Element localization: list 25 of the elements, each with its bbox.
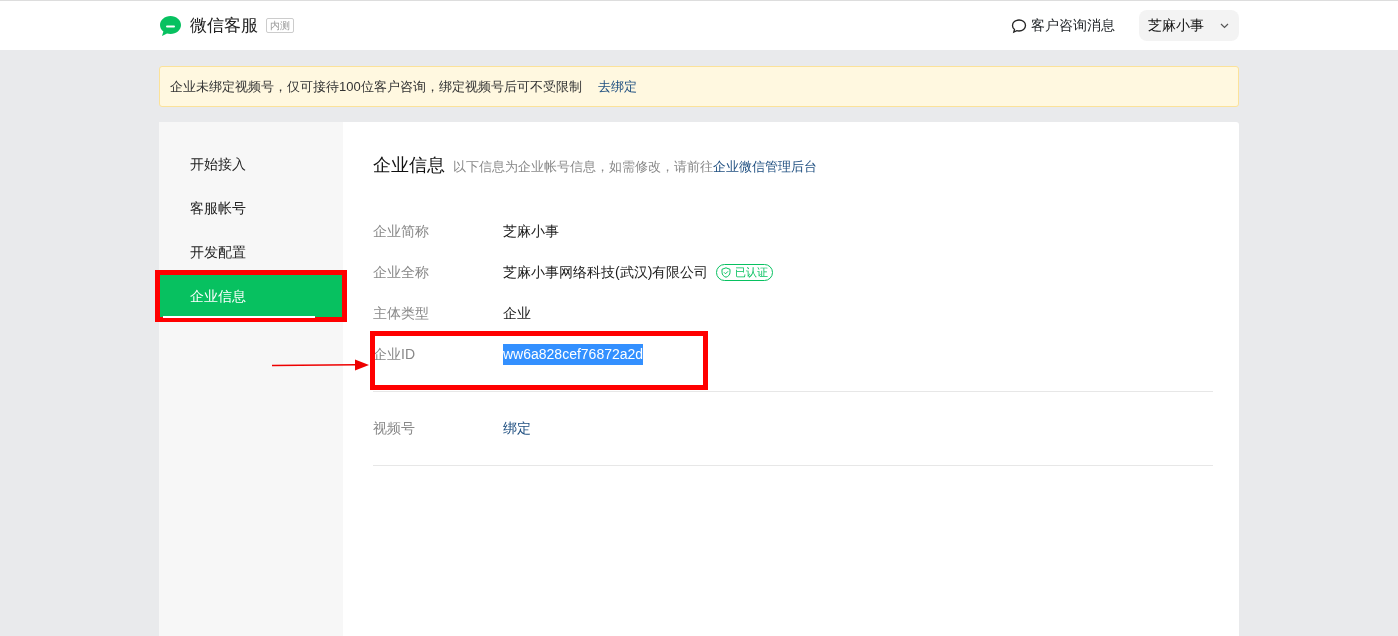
field-value: 企业 (503, 304, 531, 323)
chat-bubble-logo-icon (159, 14, 182, 37)
chat-bubble-icon (1011, 17, 1027, 34)
customer-messages-link[interactable]: 客户咨询消息 (1011, 15, 1115, 36)
field-value: 芝麻小事 (503, 222, 559, 241)
admin-console-link[interactable]: 企业微信管理后台 (713, 159, 817, 174)
caret-icon (1220, 22, 1229, 29)
field-value: 芝麻小事网络科技(武汉)有限公司 (503, 263, 709, 282)
section-description: 以下信息为企业帐号信息，如需修改，请前往企业微信管理后台 (453, 158, 817, 176)
sidebar-item[interactable]: 客服帐号 (159, 186, 343, 230)
beta-badge: 内测 (266, 18, 294, 33)
bind-link[interactable]: 去绑定 (597, 76, 637, 97)
bind-link[interactable]: 绑定 (503, 418, 531, 439)
sidebar-item[interactable]: 开始接入 (159, 142, 343, 186)
field-value: ww6a828cef76872a2d (503, 344, 644, 365)
notice-text: 企业未绑定视频号，仅可接待100位客户咨询，绑定视频号后可不受限制 (170, 77, 582, 96)
product-name: 微信客服 (190, 14, 258, 37)
field-label: 企业简称 (373, 222, 430, 241)
account-dropdown[interactable]: 芝麻小事 (1139, 10, 1239, 41)
field-label: 视频号 (373, 419, 416, 438)
sidebar-item[interactable]: 开发配置 (159, 230, 343, 274)
field-label: 企业ID (373, 345, 416, 364)
section-title: 企业信息 (373, 154, 445, 177)
field-label: 企业全称 (373, 263, 430, 282)
field-label: 主体类型 (373, 304, 430, 323)
